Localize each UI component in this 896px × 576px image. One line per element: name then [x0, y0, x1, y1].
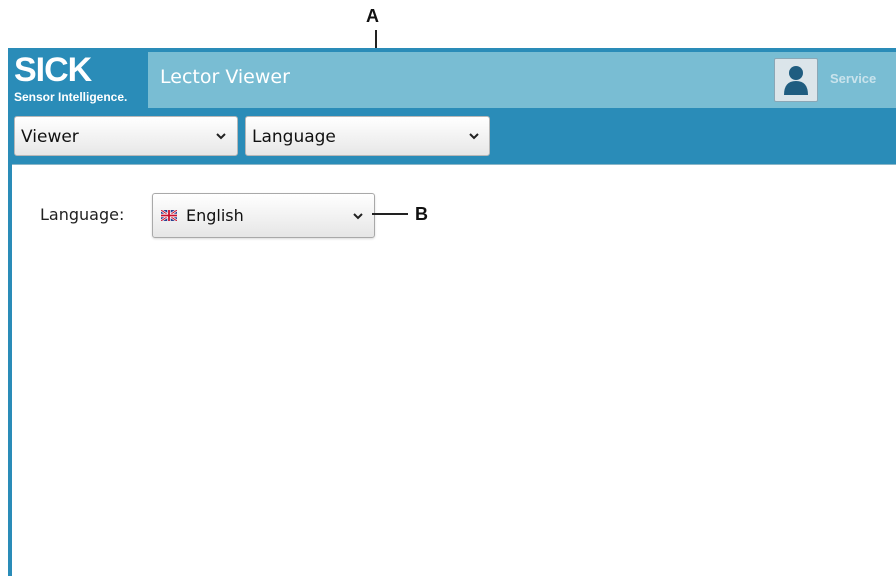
language-select-value: English [186, 206, 244, 225]
app-title: Lector Viewer [160, 66, 290, 88]
page-select-value: Language [252, 127, 336, 147]
callout-a-label: A [366, 6, 379, 26]
chevron-down-icon [216, 133, 226, 140]
view-select-value: Viewer [21, 127, 79, 147]
user-icon [784, 66, 808, 95]
language-select[interactable]: English [152, 193, 375, 238]
chevron-down-icon [469, 133, 479, 140]
title-panel: Lector Viewer Service [148, 52, 896, 108]
logo-wordmark: SICK [14, 51, 92, 89]
page-select[interactable]: Language [245, 116, 490, 156]
logo-tagline: Sensor Intelligence. [14, 90, 128, 104]
app-header: SICK Sensor Intelligence. Lector Viewer … [8, 48, 896, 110]
lector-viewer-app: SICK Sensor Intelligence. Lector Viewer … [8, 48, 896, 576]
sick-logo: SICK Sensor Intelligence. [8, 48, 148, 110]
callout-b-label: B [415, 204, 428, 224]
language-label: Language: [40, 205, 125, 224]
callout-b-line [372, 213, 408, 215]
chevron-down-icon [353, 213, 363, 220]
user-role-label: Service [830, 71, 877, 86]
view-select[interactable]: Viewer [14, 116, 238, 156]
language-settings-panel: Language: English [12, 164, 896, 576]
uk-flag-icon [161, 210, 177, 221]
user-button[interactable] [774, 58, 818, 102]
